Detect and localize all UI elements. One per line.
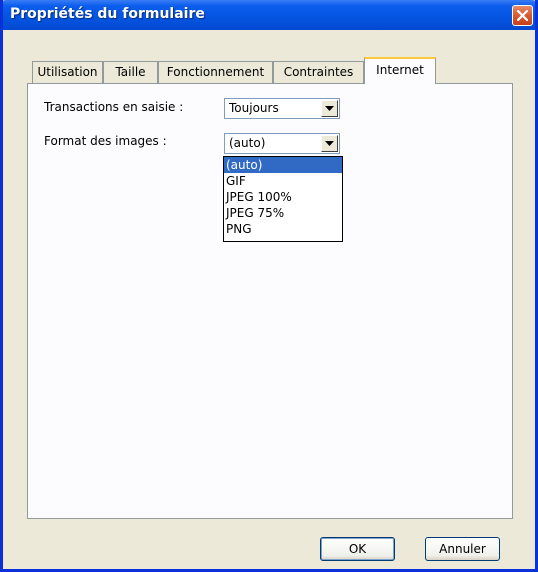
tab-label: Fonctionnement [166,65,265,79]
image-format-dropdown-button[interactable] [321,135,338,152]
transactions-value: Toujours [229,101,279,115]
transactions-label: Transactions en saisie : [44,100,184,114]
ok-button[interactable]: OK [320,537,395,561]
tab-label: Contraintes [283,65,354,79]
image-format-select[interactable]: (auto) [224,133,340,154]
window-title: Propriétés du formulaire [10,6,205,22]
close-button[interactable] [512,5,533,26]
transactions-select[interactable]: Toujours [224,98,340,119]
chevron-down-icon [325,105,334,111]
dropdown-option-auto[interactable]: (auto) [224,157,342,173]
tab-label: Internet [376,63,424,77]
transactions-dropdown-button[interactable] [321,100,338,117]
close-icon [517,10,528,21]
tab-fonctionnement[interactable]: Fonctionnement [158,61,273,83]
dropdown-option-png[interactable]: PNG [224,221,342,237]
tab-panel-internet: Transactions en saisie : Toujours Format… [27,83,513,519]
image-format-dropdown-list: (auto) GIF JPEG 100% JPEG 75% PNG [223,156,343,242]
button-bar: OK Annuler [3,527,535,569]
image-format-label: Format des images : [44,134,167,148]
title-bar[interactable]: Propriétés du formulaire [3,0,535,30]
tab-utilisation[interactable]: Utilisation [32,61,103,83]
dropdown-option-jpeg-75[interactable]: JPEG 75% [224,205,342,221]
dialog-window: Propriétés du formulaire Utilisation Tai… [0,0,538,572]
dropdown-option-jpeg-100[interactable]: JPEG 100% [224,189,342,205]
tab-contraintes[interactable]: Contraintes [273,61,364,83]
tab-label: Utilisation [37,65,98,79]
dropdown-option-gif[interactable]: GIF [224,173,342,189]
tab-label: Taille [115,65,146,79]
tab-taille[interactable]: Taille [103,61,158,83]
tab-internet[interactable]: Internet [364,57,436,84]
image-format-value: (auto) [229,136,266,150]
cancel-button[interactable]: Annuler [425,537,500,561]
chevron-down-icon [325,140,334,146]
